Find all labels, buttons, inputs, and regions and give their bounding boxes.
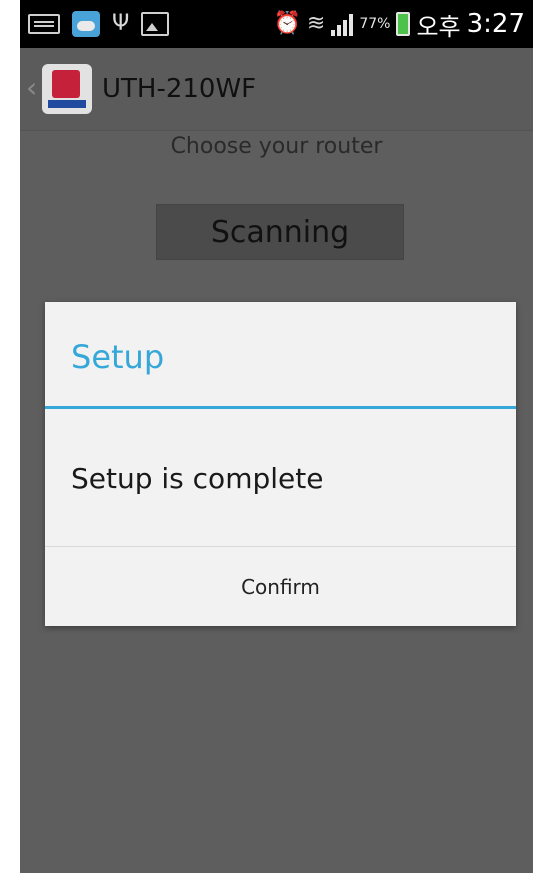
battery-charging-icon [396, 12, 411, 36]
alarm-icon: ⏰ [273, 11, 301, 36]
battery-percent: 77% [359, 16, 391, 32]
action-bar: ‹ UTH-210WF [20, 48, 533, 131]
dialog-title-divider [45, 406, 516, 409]
confirm-button[interactable]: Confirm [45, 547, 516, 626]
dialog-message: Setup is complete [71, 462, 324, 495]
signal-icon [331, 12, 354, 36]
app-icon[interactable] [42, 64, 92, 114]
status-time: 3:27 [466, 9, 525, 39]
phone-screen: Ψ ⏰ ≋ 77% 오후 3:27 ‹ UTH-210WF Choose you… [20, 0, 533, 873]
setup-dialog: Setup Setup is complete Confirm [45, 302, 516, 626]
scanning-button[interactable]: Scanning [156, 204, 404, 260]
status-bar: Ψ ⏰ ≋ 77% 오후 3:27 [20, 0, 533, 48]
dialog-title: Setup [71, 338, 165, 376]
usb-icon: Ψ [112, 11, 130, 36]
keyboard-icon [28, 14, 60, 34]
app-title: UTH-210WF [102, 74, 257, 104]
page-subtitle: Choose your router [170, 134, 383, 159]
time-ampm: 오후 [416, 12, 461, 41]
weather-icon [72, 11, 100, 37]
status-bar-system: ⏰ ≋ 77% 오후 3:27 [273, 0, 525, 48]
image-icon [141, 12, 170, 36]
wifi-icon: ≋ [306, 11, 326, 36]
status-bar-notifications: Ψ [28, 0, 170, 48]
back-icon[interactable]: ‹ [26, 71, 37, 104]
